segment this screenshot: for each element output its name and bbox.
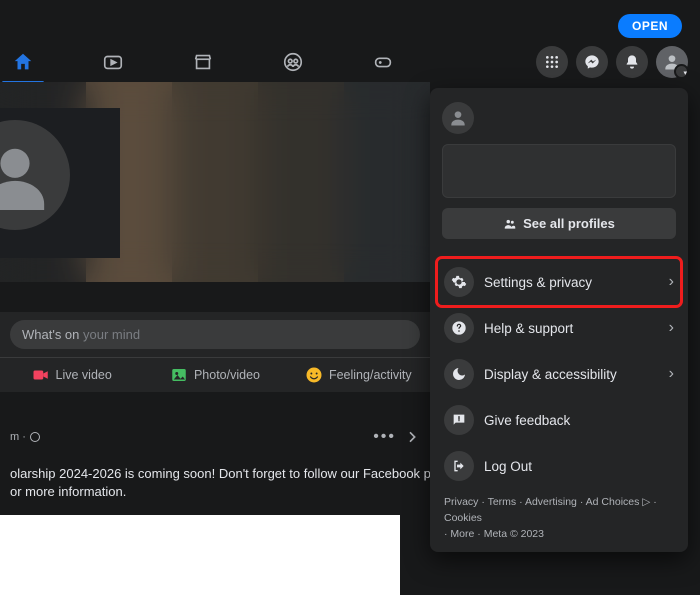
grid-icon — [544, 54, 560, 70]
post-more-button[interactable]: ••• — [373, 428, 396, 446]
account-menu-button[interactable]: ▾ — [656, 46, 688, 78]
see-all-profiles-button[interactable]: See all profiles — [442, 208, 676, 239]
moon-icon — [451, 366, 467, 382]
menu-give-feedback[interactable]: Give feedback — [438, 397, 680, 443]
live-video-icon — [32, 366, 50, 384]
gear-icon — [451, 274, 467, 290]
composer-photo-video[interactable]: Photo/video — [143, 358, 286, 392]
feeling-icon — [305, 366, 323, 384]
person-icon — [0, 140, 50, 210]
post-meta-row: m · ••• — [0, 420, 430, 454]
post-image[interactable] — [0, 515, 400, 595]
footer-meta: Meta © 2023 — [474, 528, 544, 540]
composer-live-label: Live video — [56, 368, 112, 382]
person-icon — [448, 108, 468, 128]
photo-icon — [170, 366, 188, 384]
nav-groups[interactable] — [278, 47, 308, 77]
menu-grid-button[interactable] — [536, 46, 568, 78]
marketplace-icon — [192, 51, 214, 73]
chevron-right-icon — [404, 429, 420, 445]
post-timestamp: m · — [10, 431, 26, 443]
top-nav: ▾ — [0, 42, 700, 82]
messenger-button[interactable] — [576, 46, 608, 78]
logout-icon — [451, 458, 467, 474]
menu-display-accessibility[interactable]: Display & accessibility › — [438, 351, 680, 397]
bell-icon — [624, 54, 640, 70]
footer-advertising[interactable]: Advertising — [516, 496, 577, 508]
menu-help-label: Help & support — [484, 321, 573, 336]
chevron-right-icon: › — [669, 365, 674, 383]
composer-live-video[interactable]: Live video — [0, 358, 143, 392]
menu-footer: PrivacyTermsAdvertisingAd Choices ▷Cooki… — [438, 489, 680, 544]
person-icon — [662, 52, 682, 72]
composer-prompt-prefix: What's on — [22, 327, 83, 342]
composer-prompt-faded: your mind — [83, 327, 140, 342]
chevron-right-icon: › — [669, 273, 674, 291]
groups-icon — [282, 51, 304, 73]
nav-marketplace[interactable] — [188, 47, 218, 77]
gaming-icon — [372, 51, 394, 73]
composer-photo-label: Photo/video — [194, 368, 260, 382]
menu-settings-label: Settings & privacy — [484, 275, 592, 290]
account-dropdown: See all profiles Settings & privacy › He… — [430, 88, 688, 552]
post-composer: What's on your mind Live video Photo/vid… — [0, 312, 430, 392]
home-icon — [12, 51, 34, 73]
feedback-icon — [451, 412, 467, 428]
menu-profile-avatar[interactable] — [442, 102, 474, 134]
globe-icon — [30, 432, 40, 442]
composer-input[interactable]: What's on your mind — [10, 320, 420, 349]
menu-help-support[interactable]: Help & support › — [438, 305, 680, 351]
menu-settings-privacy[interactable]: Settings & privacy › — [438, 259, 680, 305]
nav-home[interactable] — [8, 47, 38, 77]
menu-profile-card[interactable] — [442, 144, 676, 198]
menu-feedback-label: Give feedback — [484, 413, 570, 428]
footer-adchoices[interactable]: Ad Choices — [577, 496, 639, 508]
see-all-profiles-label: See all profiles — [523, 216, 615, 231]
footer-more[interactable]: More — [444, 528, 474, 540]
open-app-button[interactable]: OPEN — [618, 14, 682, 38]
footer-terms[interactable]: Terms — [478, 496, 516, 508]
chevron-right-icon: › — [669, 319, 674, 337]
messenger-icon — [584, 54, 600, 70]
post-next-button[interactable] — [404, 429, 420, 445]
nav-gaming[interactable] — [368, 47, 398, 77]
watch-icon — [102, 51, 124, 73]
menu-logout-label: Log Out — [484, 459, 532, 474]
menu-display-label: Display & accessibility — [484, 367, 617, 382]
help-icon — [451, 320, 467, 336]
footer-privacy[interactable]: Privacy — [444, 496, 478, 508]
profiles-icon — [503, 217, 517, 231]
composer-feeling[interactable]: Feeling/activity — [287, 358, 430, 392]
nav-watch[interactable] — [98, 47, 128, 77]
notifications-button[interactable] — [616, 46, 648, 78]
composer-feeling-label: Feeling/activity — [329, 368, 412, 382]
menu-logout[interactable]: Log Out — [438, 443, 680, 489]
